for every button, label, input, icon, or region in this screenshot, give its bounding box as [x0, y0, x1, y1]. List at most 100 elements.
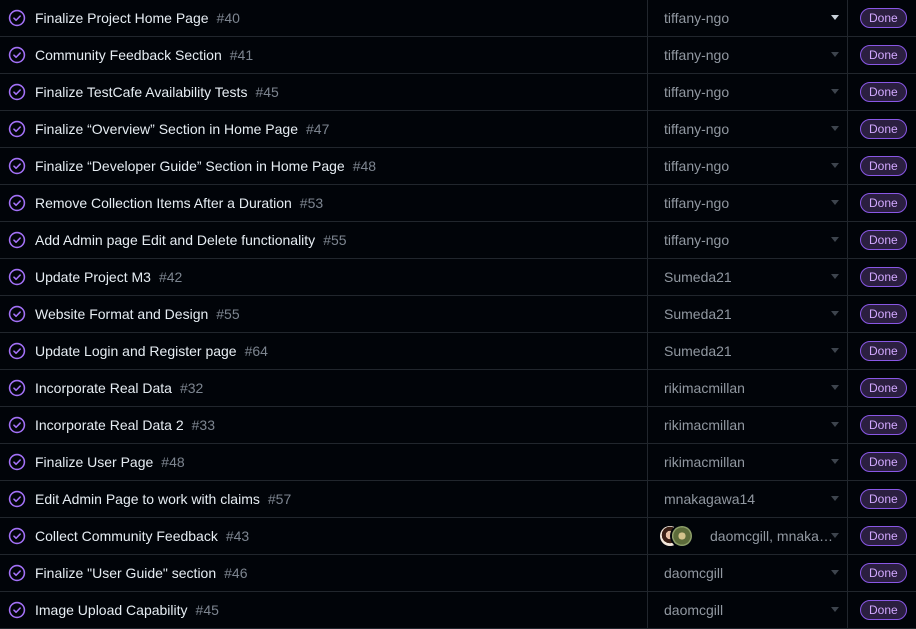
status-badge[interactable]: Done — [860, 82, 907, 102]
status-badge[interactable]: Done — [860, 304, 907, 324]
assignee-cell[interactable]: daomcgill, mnakag... — [648, 518, 848, 554]
caret-down-icon[interactable] — [831, 126, 839, 131]
status-cell[interactable]: Done — [848, 481, 916, 517]
assignee-cell[interactable]: tiffany-ngo — [648, 222, 848, 258]
issue-title-link[interactable]: Finalize TestCafe Availability Tests — [35, 84, 247, 100]
status-badge[interactable]: Done — [860, 156, 907, 176]
caret-down-icon[interactable] — [831, 422, 839, 427]
status-badge[interactable]: Done — [860, 489, 907, 509]
issue-title-link[interactable]: Add Admin page Edit and Delete functiona… — [35, 232, 315, 248]
status-badge[interactable]: Done — [860, 378, 907, 398]
table-row[interactable]: Update Project M3 #42 Sumeda21 Done — [0, 259, 916, 296]
issue-title-link[interactable]: Remove Collection Items After a Duration — [35, 195, 292, 211]
status-cell[interactable]: Done — [848, 370, 916, 406]
title-cell[interactable]: Collect Community Feedback #43 — [0, 518, 648, 554]
caret-down-icon[interactable] — [831, 274, 839, 279]
status-cell[interactable]: Done — [848, 74, 916, 110]
status-cell[interactable]: Done — [848, 37, 916, 73]
table-row[interactable]: Incorporate Real Data 2 #33 rikimacmillan D… — [0, 407, 916, 444]
table-row[interactable]: Finalize User Page #48 rikimacmillan Done — [0, 444, 916, 481]
status-cell[interactable]: Done — [848, 444, 916, 480]
caret-down-icon[interactable] — [831, 200, 839, 205]
caret-down-icon[interactable] — [831, 163, 839, 168]
table-row[interactable]: Add Admin page Edit and Delete functiona… — [0, 222, 916, 259]
status-cell[interactable]: Done — [848, 407, 916, 443]
title-cell[interactable]: Update Project M3 #42 — [0, 259, 648, 295]
status-cell[interactable]: Done — [848, 222, 916, 258]
status-cell[interactable]: Done — [848, 111, 916, 147]
title-cell[interactable]: Finalize Project Home Page #40 — [0, 0, 648, 36]
status-cell[interactable]: Done — [848, 296, 916, 332]
issue-title-link[interactable]: Image Upload Capability — [35, 602, 188, 618]
title-cell[interactable]: Community Feedback Section #41 — [0, 37, 648, 73]
caret-down-icon[interactable] — [831, 52, 839, 57]
caret-down-icon[interactable] — [831, 607, 839, 612]
issue-title-link[interactable]: Website Format and Design — [35, 306, 208, 322]
issue-title-link[interactable]: Update Project M3 — [35, 269, 151, 285]
issue-title-link[interactable]: Update Login and Register page — [35, 343, 237, 359]
assignee-cell[interactable]: daomcgill — [648, 555, 848, 591]
assignee-cell[interactable]: tiffany-ngo — [648, 74, 848, 110]
status-cell[interactable]: Done — [848, 333, 916, 369]
assignee-cell[interactable]: rikimacmillan — [648, 444, 848, 480]
table-row[interactable]: Finalize “Developer Guide” Section in Ho… — [0, 148, 916, 185]
status-badge[interactable]: Done — [860, 119, 907, 139]
table-row[interactable]: Finalize TestCafe Availability Tests #45 t… — [0, 74, 916, 111]
issue-title-link[interactable]: Community Feedback Section — [35, 47, 222, 63]
table-row[interactable]: Collect Community Feedback #43 daomcgill, … — [0, 518, 916, 555]
title-cell[interactable]: Image Upload Capability #45 — [0, 592, 648, 628]
issue-title-link[interactable]: Finalize "User Guide" section — [35, 565, 216, 581]
status-cell[interactable]: Done — [848, 592, 916, 628]
issue-title-link[interactable]: Finalize User Page — [35, 454, 153, 470]
table-row[interactable]: Website Format and Design #55 Sumeda21 Done — [0, 296, 916, 333]
table-row[interactable]: Incorporate Real Data #32 rikimacmillan Don… — [0, 370, 916, 407]
status-badge[interactable]: Done — [860, 341, 907, 361]
caret-down-icon[interactable] — [831, 496, 839, 501]
status-badge[interactable]: Done — [860, 452, 907, 472]
title-cell[interactable]: Finalize User Page #48 — [0, 444, 648, 480]
assignee-cell[interactable]: rikimacmillan — [648, 370, 848, 406]
caret-down-icon[interactable] — [831, 311, 839, 316]
assignee-cell[interactable]: mnakagawa14 — [648, 481, 848, 517]
issue-title-link[interactable]: Finalize “Overview” Section in Home Page — [35, 121, 298, 137]
title-cell[interactable]: Remove Collection Items After a Duration… — [0, 185, 648, 221]
assignee-cell[interactable]: tiffany-ngo — [648, 185, 848, 221]
assignee-cell[interactable]: daomcgill — [648, 592, 848, 628]
caret-down-icon[interactable] — [831, 570, 839, 575]
table-row[interactable]: Image Upload Capability #45 daomcgill Done — [0, 592, 916, 629]
title-cell[interactable]: Update Login and Register page #64 — [0, 333, 648, 369]
issue-title-link[interactable]: Incorporate Real Data — [35, 380, 172, 396]
title-cell[interactable]: Incorporate Real Data 2 #33 — [0, 407, 648, 443]
status-cell[interactable]: Done — [848, 185, 916, 221]
status-cell[interactable]: Done — [848, 0, 916, 36]
status-badge[interactable]: Done — [860, 600, 907, 620]
assignee-cell[interactable]: tiffany-ngo — [648, 0, 848, 36]
assignee-cell[interactable]: Sumeda21 — [648, 296, 848, 332]
assignee-cell[interactable]: tiffany-ngo — [648, 37, 848, 73]
status-cell[interactable]: Done — [848, 259, 916, 295]
issue-title-link[interactable]: Finalize “Developer Guide” Section in Ho… — [35, 158, 345, 174]
status-badge[interactable]: Done — [860, 45, 907, 65]
status-badge[interactable]: Done — [860, 563, 907, 583]
issue-title-link[interactable]: Incorporate Real Data 2 — [35, 417, 184, 433]
caret-down-icon[interactable] — [831, 533, 839, 538]
title-cell[interactable]: Website Format and Design #55 — [0, 296, 648, 332]
issue-title-link[interactable]: Finalize Project Home Page — [35, 10, 209, 26]
status-badge[interactable]: Done — [860, 526, 907, 546]
status-cell[interactable]: Done — [848, 148, 916, 184]
status-badge[interactable]: Done — [860, 415, 907, 435]
table-row[interactable]: Edit Admin Page to work with claims #57 mn… — [0, 481, 916, 518]
status-cell[interactable]: Done — [848, 518, 916, 554]
status-badge[interactable]: Done — [860, 193, 907, 213]
title-cell[interactable]: Finalize “Overview” Section in Home Page… — [0, 111, 648, 147]
issue-title-link[interactable]: Collect Community Feedback — [35, 528, 218, 544]
issue-title-link[interactable]: Edit Admin Page to work with claims — [35, 491, 260, 507]
title-cell[interactable]: Finalize "User Guide" section #46 — [0, 555, 648, 591]
assignee-cell[interactable]: tiffany-ngo — [648, 148, 848, 184]
caret-down-icon[interactable] — [831, 459, 839, 464]
caret-down-icon[interactable] — [831, 237, 839, 242]
status-cell[interactable]: Done — [848, 555, 916, 591]
status-badge[interactable]: Done — [860, 267, 907, 287]
title-cell[interactable]: Incorporate Real Data #32 — [0, 370, 648, 406]
table-row[interactable]: Update Login and Register page #64 Sumeda2… — [0, 333, 916, 370]
